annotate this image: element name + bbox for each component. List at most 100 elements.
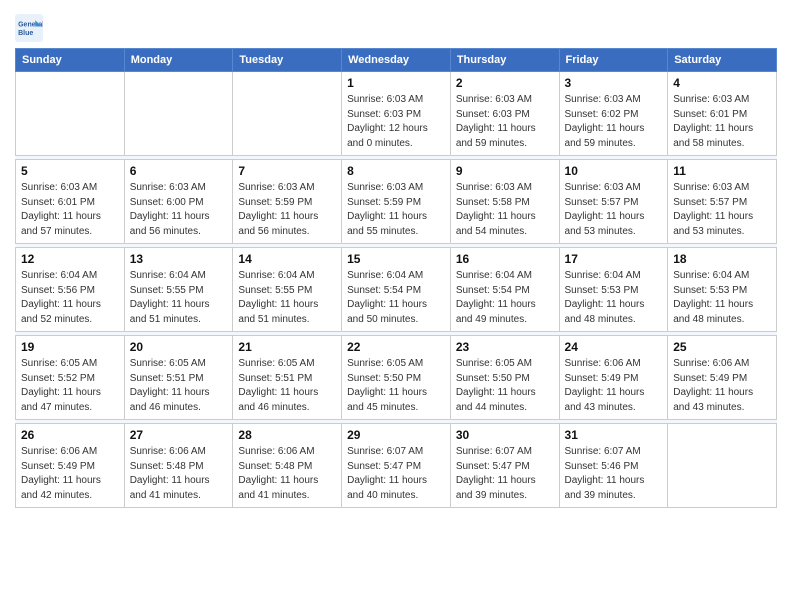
calendar-cell-w5d6: 31 Sunrise: 6:07 AM Sunset: 5:46 PM Dayli… xyxy=(559,424,668,508)
day-number: 8 xyxy=(347,164,445,178)
day-number: 12 xyxy=(21,252,119,266)
calendar-cell-w3d7: 18 Sunrise: 6:04 AM Sunset: 5:53 PM Dayli… xyxy=(668,248,777,332)
day-number: 26 xyxy=(21,428,119,442)
calendar-cell-w2d5: 9Sunrise: 6:03 AM Sunset: 5:58 PM Daylig… xyxy=(450,160,559,244)
calendar-cell-w1d1 xyxy=(16,72,125,156)
calendar-cell-w3d4: 15Sunrise: 6:04 AM Sunset: 5:54 PM Dayli… xyxy=(342,248,451,332)
calendar-week-1: 1 Sunrise: 6:03 AM Sunset: 6:03 PM Daylig… xyxy=(16,72,777,156)
day-number: 21 xyxy=(238,340,336,354)
calendar-cell-w4d3: 21Sunrise: 6:05 AM Sunset: 5:51 PM Dayli… xyxy=(233,336,342,420)
day-number: 6 xyxy=(130,164,228,178)
calendar-week-5: 26 Sunrise: 6:06 AM Sunset: 5:49 PM Dayli… xyxy=(16,424,777,508)
day-number: 17 xyxy=(565,252,663,266)
day-number: 11 xyxy=(673,164,771,178)
calendar-cell-w5d7 xyxy=(668,424,777,508)
calendar-cell-w5d5: 30Sunrise: 6:07 AM Sunset: 5:47 PM Dayli… xyxy=(450,424,559,508)
day-number: 18 xyxy=(673,252,771,266)
day-info: Sunrise: 6:04 AM Sunset: 5:53 PM Dayligh… xyxy=(673,269,771,327)
day-info: Sunrise: 6:05 AM Sunset: 5:50 PM Dayligh… xyxy=(456,357,554,415)
calendar-cell-w3d2: 13 Sunrise: 6:04 AM Sunset: 5:55 PM Dayli… xyxy=(124,248,233,332)
day-info: Sunrise: 6:03 AM Sunset: 6:01 PM Dayligh… xyxy=(21,181,119,239)
calendar-cell-w5d2: 27 Sunrise: 6:06 AM Sunset: 5:48 PM Dayli… xyxy=(124,424,233,508)
calendar-cell-w2d6: 10 Sunrise: 6:03 AM Sunset: 5:57 PM Dayli… xyxy=(559,160,668,244)
calendar-cell-w2d7: 11 Sunrise: 6:03 AM Sunset: 5:57 PM Dayli… xyxy=(668,160,777,244)
svg-text:Blue: Blue xyxy=(18,30,33,37)
calendar-cell-w4d7: 25 Sunrise: 6:06 AM Sunset: 5:49 PM Dayli… xyxy=(668,336,777,420)
day-number: 2 xyxy=(456,76,554,90)
day-info: Sunrise: 6:06 AM Sunset: 5:48 PM Dayligh… xyxy=(238,445,336,503)
calendar-cell-w5d4: 29 Sunrise: 6:07 AM Sunset: 5:47 PM Dayli… xyxy=(342,424,451,508)
day-info: Sunrise: 6:04 AM Sunset: 5:53 PM Dayligh… xyxy=(565,269,663,327)
weekday-header-friday: Friday xyxy=(559,49,668,72)
calendar-cell-w3d1: 12 Sunrise: 6:04 AM Sunset: 5:56 PM Dayli… xyxy=(16,248,125,332)
weekday-header-sunday: Sunday xyxy=(16,49,125,72)
day-info: Sunrise: 6:03 AM Sunset: 5:58 PM Dayligh… xyxy=(456,181,554,239)
day-info: Sunrise: 6:03 AM Sunset: 6:03 PM Dayligh… xyxy=(347,93,445,151)
calendar-cell-w3d5: 16Sunrise: 6:04 AM Sunset: 5:54 PM Dayli… xyxy=(450,248,559,332)
day-number: 31 xyxy=(565,428,663,442)
calendar-cell-w1d6: 3 Sunrise: 6:03 AM Sunset: 6:02 PM Daylig… xyxy=(559,72,668,156)
day-info: Sunrise: 6:03 AM Sunset: 5:59 PM Dayligh… xyxy=(347,181,445,239)
day-number: 4 xyxy=(673,76,771,90)
day-info: Sunrise: 6:03 AM Sunset: 6:02 PM Dayligh… xyxy=(565,93,663,151)
day-number: 20 xyxy=(130,340,228,354)
day-info: Sunrise: 6:07 AM Sunset: 5:46 PM Dayligh… xyxy=(565,445,663,503)
day-info: Sunrise: 6:04 AM Sunset: 5:55 PM Dayligh… xyxy=(130,269,228,327)
day-number: 27 xyxy=(130,428,228,442)
day-info: Sunrise: 6:05 AM Sunset: 5:50 PM Dayligh… xyxy=(347,357,445,415)
page-header: General Blue xyxy=(15,10,777,42)
day-number: 23 xyxy=(456,340,554,354)
day-number: 13 xyxy=(130,252,228,266)
day-number: 25 xyxy=(673,340,771,354)
day-info: Sunrise: 6:06 AM Sunset: 5:49 PM Dayligh… xyxy=(21,445,119,503)
day-info: Sunrise: 6:03 AM Sunset: 5:57 PM Dayligh… xyxy=(673,181,771,239)
calendar-cell-w4d2: 20Sunrise: 6:05 AM Sunset: 5:51 PM Dayli… xyxy=(124,336,233,420)
weekday-header-row: SundayMondayTuesdayWednesdayThursdayFrid… xyxy=(16,49,777,72)
calendar-cell-w4d5: 23 Sunrise: 6:05 AM Sunset: 5:50 PM Dayli… xyxy=(450,336,559,420)
day-info: Sunrise: 6:06 AM Sunset: 5:49 PM Dayligh… xyxy=(565,357,663,415)
day-number: 28 xyxy=(238,428,336,442)
calendar-table: SundayMondayTuesdayWednesdayThursdayFrid… xyxy=(15,48,777,508)
calendar-cell-w1d5: 2 Sunrise: 6:03 AM Sunset: 6:03 PM Daylig… xyxy=(450,72,559,156)
calendar-cell-w5d3: 28 Sunrise: 6:06 AM Sunset: 5:48 PM Dayli… xyxy=(233,424,342,508)
day-info: Sunrise: 6:04 AM Sunset: 5:55 PM Dayligh… xyxy=(238,269,336,327)
calendar-cell-w2d2: 6Sunrise: 6:03 AM Sunset: 6:00 PM Daylig… xyxy=(124,160,233,244)
day-info: Sunrise: 6:03 AM Sunset: 5:59 PM Dayligh… xyxy=(238,181,336,239)
calendar-week-2: 5 Sunrise: 6:03 AM Sunset: 6:01 PM Daylig… xyxy=(16,160,777,244)
day-info: Sunrise: 6:03 AM Sunset: 5:57 PM Dayligh… xyxy=(565,181,663,239)
calendar-cell-w1d3 xyxy=(233,72,342,156)
day-number: 16 xyxy=(456,252,554,266)
day-info: Sunrise: 6:03 AM Sunset: 6:03 PM Dayligh… xyxy=(456,93,554,151)
calendar-cell-w4d1: 19 Sunrise: 6:05 AM Sunset: 5:52 PM Dayli… xyxy=(16,336,125,420)
logo-icon: General Blue xyxy=(15,14,43,42)
calendar-week-3: 12 Sunrise: 6:04 AM Sunset: 5:56 PM Dayli… xyxy=(16,248,777,332)
calendar-cell-w2d1: 5 Sunrise: 6:03 AM Sunset: 6:01 PM Daylig… xyxy=(16,160,125,244)
weekday-header-wednesday: Wednesday xyxy=(342,49,451,72)
day-info: Sunrise: 6:05 AM Sunset: 5:52 PM Dayligh… xyxy=(21,357,119,415)
day-number: 10 xyxy=(565,164,663,178)
day-number: 1 xyxy=(347,76,445,90)
day-number: 5 xyxy=(21,164,119,178)
weekday-header-monday: Monday xyxy=(124,49,233,72)
day-info: Sunrise: 6:04 AM Sunset: 5:54 PM Dayligh… xyxy=(347,269,445,327)
logo: General Blue xyxy=(15,14,47,42)
day-number: 3 xyxy=(565,76,663,90)
day-number: 24 xyxy=(565,340,663,354)
calendar-cell-w3d3: 14Sunrise: 6:04 AM Sunset: 5:55 PM Dayli… xyxy=(233,248,342,332)
day-info: Sunrise: 6:06 AM Sunset: 5:48 PM Dayligh… xyxy=(130,445,228,503)
calendar-cell-w3d6: 17 Sunrise: 6:04 AM Sunset: 5:53 PM Dayli… xyxy=(559,248,668,332)
calendar-cell-w1d7: 4 Sunrise: 6:03 AM Sunset: 6:01 PM Daylig… xyxy=(668,72,777,156)
day-info: Sunrise: 6:06 AM Sunset: 5:49 PM Dayligh… xyxy=(673,357,771,415)
day-info: Sunrise: 6:04 AM Sunset: 5:56 PM Dayligh… xyxy=(21,269,119,327)
day-info: Sunrise: 6:03 AM Sunset: 6:01 PM Dayligh… xyxy=(673,93,771,151)
day-number: 30 xyxy=(456,428,554,442)
weekday-header-thursday: Thursday xyxy=(450,49,559,72)
day-number: 29 xyxy=(347,428,445,442)
day-number: 19 xyxy=(21,340,119,354)
day-number: 22 xyxy=(347,340,445,354)
calendar-cell-w1d2 xyxy=(124,72,233,156)
calendar-cell-w4d4: 22 Sunrise: 6:05 AM Sunset: 5:50 PM Dayli… xyxy=(342,336,451,420)
day-info: Sunrise: 6:07 AM Sunset: 5:47 PM Dayligh… xyxy=(347,445,445,503)
calendar-cell-w2d3: 7Sunrise: 6:03 AM Sunset: 5:59 PM Daylig… xyxy=(233,160,342,244)
calendar-cell-w1d4: 1 Sunrise: 6:03 AM Sunset: 6:03 PM Daylig… xyxy=(342,72,451,156)
